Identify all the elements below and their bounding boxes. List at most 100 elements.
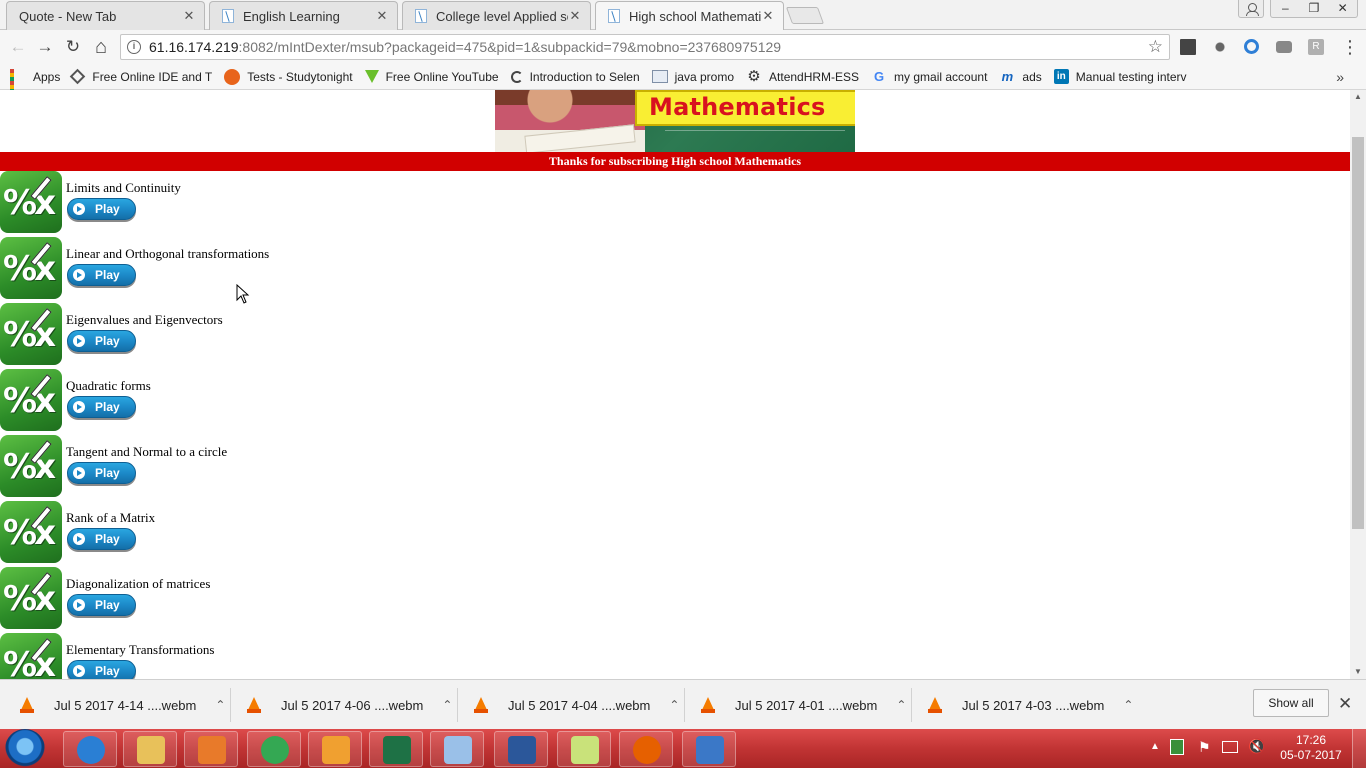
- internet-explorer-icon: [77, 736, 105, 764]
- play-button[interactable]: Play: [67, 330, 136, 352]
- topic-item: %x Tangent and Normal to a circle Play: [0, 435, 600, 501]
- chevron-up-icon[interactable]: ⌃: [669, 698, 679, 712]
- subscription-banner: Thanks for subscribing High school Mathe…: [0, 152, 1350, 171]
- chevron-up-icon[interactable]: ⌃: [896, 698, 906, 712]
- back-arrow-icon[interactable]: ←: [8, 37, 28, 57]
- profile-r-extension-icon[interactable]: R: [1308, 39, 1324, 55]
- chevron-up-icon[interactable]: ⌃: [442, 698, 452, 712]
- taskbar-firefox-button[interactable]: [619, 731, 673, 767]
- reload-icon[interactable]: ↻: [63, 37, 83, 57]
- download-item[interactable]: Jul 5 2017 4-14 ....webm ⌃: [20, 680, 225, 730]
- download-item[interactable]: Jul 5 2017 4-01 ....webm ⌃: [701, 680, 906, 730]
- system-clock[interactable]: 17:26 05-07-2017: [1278, 733, 1344, 763]
- window-controls: – ❐ ✕: [1270, 0, 1358, 18]
- play-button[interactable]: Play: [67, 462, 136, 484]
- download-filename: Jul 5 2017 4-03 ....webm: [962, 697, 1105, 713]
- more-bookmarks-chevron-icon[interactable]: »: [1336, 69, 1344, 85]
- new-tab-button[interactable]: [785, 7, 825, 24]
- reader-extension-icon[interactable]: [1180, 39, 1196, 55]
- network-icon[interactable]: [1222, 741, 1238, 753]
- play-button[interactable]: Play: [67, 264, 136, 286]
- taskbar-excel-button[interactable]: [369, 731, 423, 767]
- bookmark-java-promo[interactable]: java promo: [651, 70, 734, 84]
- tab-english-learning[interactable]: English Learning ✕: [209, 1, 398, 30]
- bookmark-free-online-youtube[interactable]: Free Online YouTube: [364, 70, 499, 84]
- show-all-downloads-button[interactable]: Show all: [1253, 689, 1329, 717]
- scroll-down-arrow-icon[interactable]: ▼: [1350, 665, 1366, 679]
- download-item[interactable]: Jul 5 2017 4-04 ....webm ⌃: [474, 680, 679, 730]
- play-button[interactable]: Play: [67, 396, 136, 418]
- tab-college-applied-science[interactable]: College level Applied sci ✕: [402, 1, 591, 30]
- bookmark-manual-testing[interactable]: in Manual testing interv: [1053, 69, 1187, 84]
- bookmark-apps[interactable]: Apps: [10, 68, 61, 105]
- taskbar-media-player-button[interactable]: [184, 731, 238, 767]
- show-desktop-button[interactable]: [1352, 729, 1366, 768]
- close-window-button[interactable]: ✕: [1328, 0, 1357, 17]
- close-icon[interactable]: ✕: [568, 8, 582, 24]
- home-icon[interactable]: ⌂: [91, 37, 111, 57]
- bookmark-introduction-to-selenium[interactable]: Introduction to Selen: [510, 69, 640, 84]
- tab-title: Quote - New Tab: [19, 8, 117, 24]
- divider: [911, 688, 912, 722]
- taskbar-word-button[interactable]: [494, 731, 548, 767]
- download-item[interactable]: Jul 5 2017 4-06 ....webm ⌃: [247, 680, 452, 730]
- tab-high-school-mathematics[interactable]: High school Mathematic ✕: [595, 1, 784, 30]
- bookmark-attendhrm-ess[interactable]: ⚙ AttendHRM-ESS: [746, 68, 859, 85]
- bookmark-free-online-ide[interactable]: Free Online IDE and T: [70, 68, 212, 85]
- tray-app-icon[interactable]: [1170, 739, 1184, 755]
- bug-extension-icon[interactable]: [1212, 39, 1228, 55]
- close-icon[interactable]: ✕: [375, 8, 389, 24]
- bookmark-star-icon[interactable]: ☆: [1148, 37, 1163, 57]
- download-item[interactable]: Jul 5 2017 4-03 ....webm ⌃: [928, 680, 1133, 730]
- taskbar-file-explorer-button[interactable]: [123, 731, 177, 767]
- paint-icon: [444, 736, 472, 764]
- taskbar-internet-explorer-button[interactable]: [63, 731, 117, 767]
- chevron-up-icon[interactable]: ⌃: [1123, 698, 1133, 712]
- taskbar-sticky-notes-button[interactable]: [557, 731, 611, 767]
- bookmark-tests-studytonight[interactable]: Tests - Studytonight: [224, 68, 353, 85]
- media-player-icon: [198, 736, 226, 764]
- restore-button[interactable]: ❐: [1300, 0, 1329, 17]
- bookmark-ads[interactable]: m ads: [999, 69, 1042, 85]
- chevron-up-icon[interactable]: ⌃: [215, 698, 225, 712]
- menu-icon[interactable]: ⋮: [1340, 37, 1360, 57]
- play-button[interactable]: Play: [67, 528, 136, 550]
- site-info-icon[interactable]: i: [127, 40, 141, 54]
- action-center-flag-icon[interactable]: ⚑: [1198, 739, 1211, 778]
- taskbar-control-panel-button[interactable]: [682, 731, 736, 767]
- play-button[interactable]: Play: [67, 198, 136, 220]
- volume-muted-icon[interactable]: 🔇: [1248, 738, 1265, 777]
- camera-extension-icon[interactable]: [1276, 41, 1292, 53]
- scroll-up-arrow-icon[interactable]: ▲: [1350, 90, 1366, 104]
- math-percent-icon: %x: [0, 633, 62, 679]
- user-profile-icon[interactable]: [1238, 0, 1264, 18]
- tab-quote-new-tab[interactable]: Quote - New Tab ✕: [6, 1, 205, 30]
- divider: [457, 688, 458, 722]
- play-button[interactable]: Play: [67, 594, 136, 616]
- close-icon[interactable]: ✕: [761, 8, 775, 24]
- close-icon[interactable]: ✕: [1338, 694, 1352, 714]
- tray-expand-icon[interactable]: ▲: [1150, 741, 1160, 780]
- play-label: Play: [95, 598, 120, 612]
- math-percent-icon: %x: [0, 501, 62, 563]
- bookmark-label: Apps: [33, 69, 61, 84]
- start-button[interactable]: [5, 729, 45, 768]
- minimize-button[interactable]: –: [1271, 0, 1300, 17]
- page-scrollbar[interactable]: ▲ ▼: [1350, 90, 1366, 679]
- play-icon: [73, 203, 85, 215]
- taskbar-outlook-button[interactable]: [308, 731, 362, 767]
- play-label: Play: [95, 466, 120, 480]
- close-icon[interactable]: ✕: [182, 8, 196, 24]
- taskbar-paint-button[interactable]: [430, 731, 484, 767]
- scrollbar-thumb[interactable]: [1352, 137, 1364, 529]
- sync-extension-icon[interactable]: [1244, 39, 1259, 54]
- bookmark-label: Introduction to Selen: [529, 69, 640, 84]
- play-button[interactable]: Play: [67, 660, 136, 679]
- bookmark-my-gmail-account[interactable]: G my gmail account: [871, 69, 987, 85]
- forward-arrow-icon[interactable]: →: [35, 37, 55, 57]
- url-host: 61.16.174.219: [149, 39, 239, 55]
- address-bar[interactable]: i 61.16.174.219:8082/mIntDexter/msub?pac…: [120, 34, 1170, 60]
- vlc-file-icon: [701, 697, 715, 713]
- play-label: Play: [95, 664, 120, 678]
- taskbar-chrome-button[interactable]: [247, 731, 301, 767]
